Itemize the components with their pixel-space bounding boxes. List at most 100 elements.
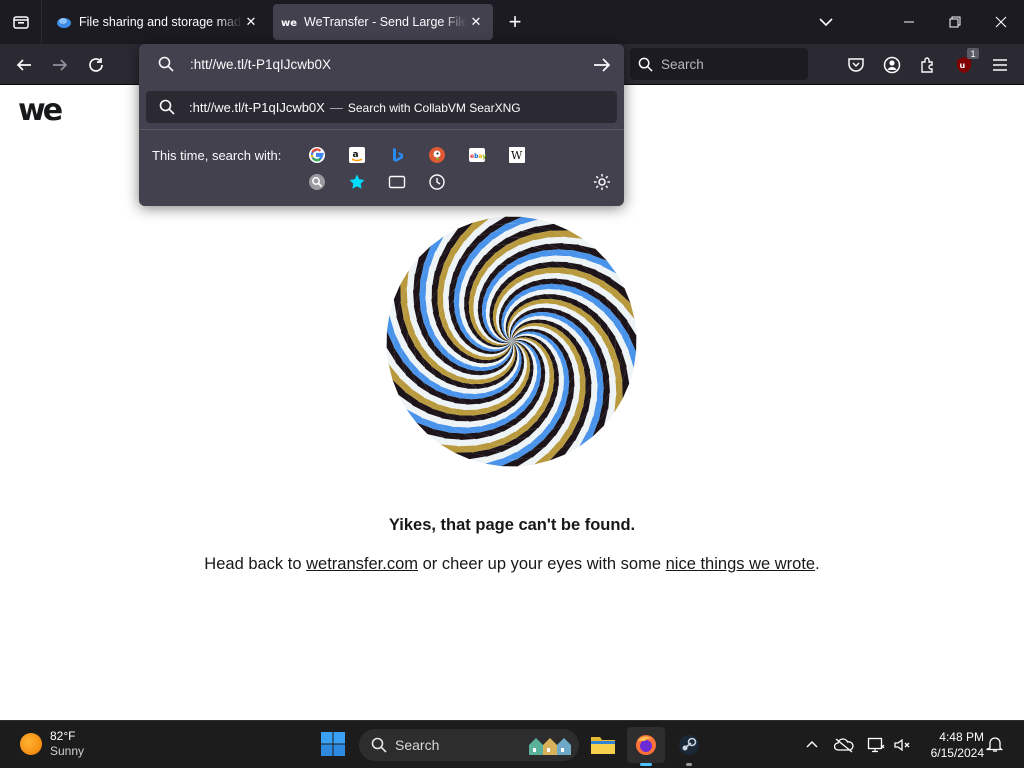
- tab-list-icon: [12, 16, 29, 29]
- steam-app[interactable]: [670, 727, 708, 766]
- pocket-button[interactable]: [841, 50, 871, 80]
- sun-icon: [20, 733, 42, 755]
- firefox-icon: [636, 735, 656, 755]
- app-menu-button[interactable]: [985, 50, 1015, 80]
- tab-title: File sharing and storage made simple: [79, 15, 242, 29]
- url-input[interactable]: :htt//we.tl/t-P1qIJcwb0X: [139, 44, 624, 86]
- search-suggestion-row[interactable]: :htt//we.tl/t-P1qIJcwb0X — Search with Col…: [146, 91, 617, 123]
- tab-wetransfer[interactable]: we WeTransfer - Send Large Files & Share…: [273, 4, 493, 40]
- nice-things-link[interactable]: nice things we wrote: [666, 555, 816, 573]
- search-icon: [371, 737, 387, 753]
- google-icon[interactable]: [307, 145, 327, 165]
- close-window-button[interactable]: [978, 0, 1024, 44]
- history-icon[interactable]: [427, 172, 447, 192]
- search-icon: [159, 99, 175, 115]
- urlbar-dropdown: :htt//we.tl/t-P1qIJcwb0X :htt//we.tl/t-P…: [139, 44, 624, 206]
- close-tab-icon[interactable]: ✕: [242, 13, 260, 31]
- duckduckgo-icon[interactable]: [427, 145, 447, 165]
- separator: [139, 129, 624, 130]
- searxng-icon[interactable]: [307, 172, 327, 192]
- clock[interactable]: 4:48 PM 6/15/2024: [920, 729, 984, 761]
- firefox-app[interactable]: [627, 727, 665, 766]
- tabs-icon[interactable]: [387, 172, 407, 192]
- cloud-offline-icon: [834, 738, 854, 753]
- reload-button[interactable]: [81, 50, 111, 80]
- message-middle: or cheer up your eyes with some: [417, 555, 666, 573]
- svg-text:we: we: [18, 98, 62, 126]
- spiral-tile: [524, 333, 531, 337]
- spiral-graphic: [386, 216, 637, 467]
- network-button[interactable]: [864, 733, 888, 757]
- list-all-tabs-button[interactable]: [816, 12, 836, 32]
- search-settings-button[interactable]: [592, 172, 612, 192]
- temperature: 82°F: [50, 729, 76, 743]
- chevron-up-icon: [806, 741, 818, 748]
- clock-time: 4:48 PM: [939, 730, 984, 744]
- taskbar-search-label: Search: [395, 737, 440, 753]
- amazon-icon[interactable]: a: [347, 145, 367, 165]
- svg-text:a: a: [353, 150, 359, 160]
- network-icon: [867, 737, 885, 753]
- message-suffix: .: [815, 555, 820, 573]
- account-icon: [883, 56, 901, 74]
- suggestion-dash: —: [329, 100, 343, 115]
- extensions-button[interactable]: [913, 50, 943, 80]
- url-text: :htt//we.tl/t-P1qIJcwb0X: [190, 57, 332, 72]
- weather-widget[interactable]: 82°F Sunny: [20, 729, 84, 759]
- show-hidden-icons-button[interactable]: [800, 733, 824, 757]
- ebay-icon[interactable]: ebay: [467, 145, 487, 165]
- bookmarks-icon[interactable]: [347, 172, 367, 192]
- start-button[interactable]: [320, 731, 348, 759]
- bing-icon[interactable]: [387, 145, 407, 165]
- svg-text:W: W: [511, 149, 523, 162]
- onedrive-button[interactable]: [832, 733, 856, 757]
- reload-icon: [89, 58, 103, 72]
- search-bar[interactable]: Search: [630, 48, 808, 80]
- go-arrow-icon[interactable]: [591, 55, 613, 75]
- houses-decoration-icon: [529, 738, 571, 755]
- suggestion-action: Search with CollabVM SearXNG: [347, 101, 521, 115]
- file-explorer-app[interactable]: [584, 727, 622, 763]
- minimize-icon: [904, 21, 914, 23]
- weather-condition: Sunny: [50, 744, 85, 758]
- wikipedia-icon[interactable]: W: [507, 145, 527, 165]
- pocket-icon: [848, 58, 864, 72]
- tab-file-sharing[interactable]: File sharing and storage made simple ✕: [48, 4, 268, 40]
- restore-icon: [949, 16, 961, 28]
- steam-icon: [679, 735, 699, 755]
- spiral-tile: [492, 346, 499, 350]
- minimize-button[interactable]: [886, 0, 932, 44]
- restore-button[interactable]: [932, 0, 978, 44]
- suggestion-text: :htt//we.tl/t-P1qIJcwb0X — Search with Col…: [189, 100, 521, 115]
- hypnotic-spiral-image: [386, 216, 637, 467]
- svg-text:we: we: [281, 18, 297, 29]
- wetransfer-logo[interactable]: we: [18, 93, 66, 131]
- spiral-tile: [516, 354, 520, 361]
- spiral-tile: [503, 322, 507, 329]
- taskbar-search[interactable]: Search: [359, 729, 579, 761]
- notifications-button[interactable]: [986, 735, 1006, 755]
- ublock-button[interactable]: u 1: [949, 48, 979, 80]
- message-prefix: Head back to: [204, 555, 307, 573]
- volume-muted-icon: [894, 738, 910, 752]
- account-button[interactable]: [877, 50, 907, 80]
- running-app-indicator: [686, 763, 692, 766]
- tab-list-button[interactable]: [0, 0, 42, 44]
- clock-date: 6/15/2024: [930, 746, 984, 760]
- svg-text:u: u: [960, 61, 966, 70]
- close-tab-icon[interactable]: ✕: [467, 13, 485, 31]
- back-button[interactable]: [9, 50, 39, 80]
- taskbar: 82°F Sunny Search 4:48 PM 6/15/2024: [0, 720, 1024, 768]
- folder-icon: [591, 737, 615, 754]
- back-arrow-icon: [16, 59, 31, 71]
- cloud-favicon-icon: [57, 18, 71, 28]
- search-icon: [638, 57, 653, 72]
- volume-button[interactable]: [890, 733, 914, 757]
- tab-strip: File sharing and storage made simple ✕ w…: [0, 0, 1024, 44]
- error-message: Head back to wetransfer.com or cheer up …: [0, 555, 1024, 574]
- wetransfer-link[interactable]: wetransfer.com: [306, 555, 418, 573]
- bell-icon: [986, 737, 1004, 752]
- new-tab-button[interactable]: +: [502, 8, 528, 36]
- chevron-down-icon: [819, 18, 833, 27]
- forward-button[interactable]: [45, 50, 75, 80]
